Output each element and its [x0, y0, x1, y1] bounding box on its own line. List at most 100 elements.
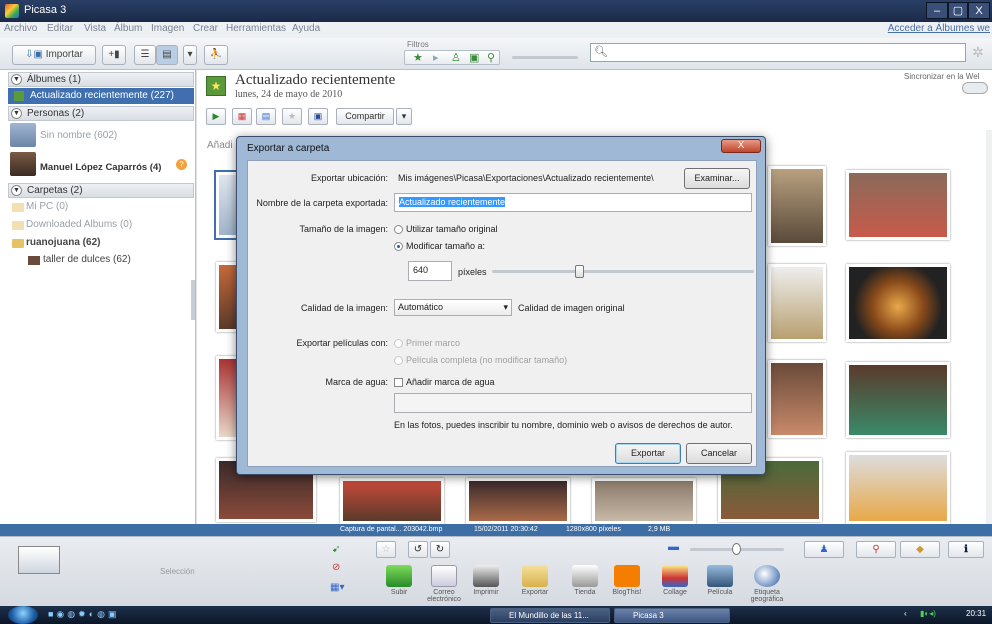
thumbnail-view-button[interactable]: ▤: [156, 45, 178, 65]
video-filter-icon[interactable]: ▸: [433, 51, 439, 64]
photo-thumbnail[interactable]: [466, 478, 570, 524]
thumbnail-size-thumb[interactable]: [732, 543, 741, 555]
sync-toggle[interactable]: [962, 82, 988, 94]
sidebar-item-taller[interactable]: taller de dulces (62): [43, 254, 131, 265]
photo-thumbnail[interactable]: [768, 360, 826, 438]
movies-first-radio[interactable]: [394, 339, 403, 348]
clear-selection-icon[interactable]: ⊘: [332, 562, 340, 573]
size-input[interactable]: 640: [408, 261, 452, 281]
geotag-filter-icon[interactable]: ⚲: [487, 51, 495, 64]
photo-thumbnail[interactable]: [768, 264, 826, 342]
rotate-left-button[interactable]: ↺: [408, 541, 428, 558]
collapse-icon[interactable]: ▼: [11, 108, 22, 119]
close-window-button[interactable]: X: [968, 2, 990, 19]
star-filter-icon[interactable]: ★: [413, 51, 423, 64]
folders-section-header[interactable]: ▼ Carpetas (2): [8, 183, 194, 198]
photo-thumbnail[interactable]: [846, 452, 950, 524]
folder-name-field[interactable]: Actualizado recientemente: [394, 193, 752, 212]
add-to-album-icon[interactable]: ▦▾: [330, 582, 344, 593]
hold-pin-icon[interactable]: ➹: [332, 544, 340, 555]
size-slider-thumb[interactable]: [575, 265, 584, 278]
menu-archivo[interactable]: Archivo: [4, 23, 37, 34]
sidebar-scrollbar[interactable]: [191, 280, 195, 320]
watermark-checkbox[interactable]: [394, 378, 403, 387]
collage-view-button[interactable]: ▦: [232, 108, 252, 125]
import-button[interactable]: ⇩▣ Importar: [12, 45, 96, 65]
watermark-check-label[interactable]: Añadir marca de agua: [406, 377, 495, 387]
sidebar-item-ruanojuana[interactable]: ruanojuana (62): [26, 237, 100, 248]
size-original-radio[interactable]: [394, 225, 403, 234]
sidebar-item-unnamed[interactable]: Sin nombre (602): [40, 130, 117, 141]
collage-icon[interactable]: [662, 565, 688, 587]
upload-icon[interactable]: [386, 565, 412, 587]
collapse-icon[interactable]: ▼: [11, 74, 22, 85]
quality-select[interactable]: Automático ▾: [394, 299, 512, 316]
movie-icon[interactable]: [707, 565, 733, 587]
menu-crear[interactable]: Crear: [193, 23, 218, 34]
rotate-right-button[interactable]: ↻: [430, 541, 450, 558]
share-dropdown-button[interactable]: ▾: [396, 108, 412, 125]
info-panel-button[interactable]: ℹ: [948, 541, 984, 558]
people-panel-button[interactable]: ♟: [804, 541, 844, 558]
slideshow-button[interactable]: ▶: [206, 108, 226, 125]
uploaded-filter-icon[interactable]: ▣: [469, 51, 479, 64]
size-resize-radio[interactable]: [394, 242, 403, 251]
menu-album[interactable]: Álbum: [114, 23, 142, 34]
quick-launch-icons[interactable]: ■◉◍✹◐◍▣: [48, 609, 119, 620]
menu-editar[interactable]: Editar: [47, 23, 73, 34]
menu-ayuda[interactable]: Ayuda: [292, 23, 320, 34]
network-icon[interactable]: ▮◐◂): [920, 609, 936, 618]
save-button[interactable]: ▣: [308, 108, 328, 125]
help-badge-icon[interactable]: ?: [176, 159, 187, 170]
maximize-button[interactable]: ▢: [948, 2, 968, 19]
list-view-button[interactable]: ☰: [134, 45, 156, 65]
dialog-close-button[interactable]: X: [721, 139, 761, 153]
cancel-button[interactable]: Cancelar: [686, 443, 752, 464]
shop-icon[interactable]: [572, 565, 598, 587]
date-filter-slider[interactable]: [512, 56, 578, 59]
start-button[interactable]: [8, 606, 38, 624]
photo-thumbnail[interactable]: [340, 478, 444, 524]
star-album-button[interactable]: ★: [282, 108, 302, 125]
sidebar-item-person[interactable]: Manuel López Caparrós (4): [40, 162, 161, 173]
blogger-icon[interactable]: [614, 565, 640, 587]
photo-thumbnail[interactable]: [768, 166, 826, 246]
photo-thumbnail[interactable]: [592, 478, 696, 524]
taskbar-app-browser[interactable]: El Mundillo de las 11...: [490, 608, 610, 623]
email-icon[interactable]: [431, 565, 457, 587]
size-slider[interactable]: [492, 265, 754, 278]
selection-thumbnail[interactable]: [18, 546, 60, 574]
sidebar-item-recent-album[interactable]: Actualizado recientemente (227): [8, 88, 194, 104]
people-section-header[interactable]: ▼ Personas (2): [8, 106, 194, 121]
photo-thumbnail[interactable]: [846, 170, 950, 240]
menu-vista[interactable]: Vista: [84, 23, 106, 34]
size-resize-label[interactable]: Modificar tamaño a:: [406, 241, 485, 251]
menu-herramientas[interactable]: Herramientas: [226, 23, 286, 34]
share-button[interactable]: Compartir: [336, 108, 394, 125]
movies-full-radio[interactable]: [394, 356, 403, 365]
geotag-icon[interactable]: [754, 565, 780, 587]
taskbar-app-picasa[interactable]: Picasa 3: [614, 608, 730, 623]
sidebar-item-downloaded[interactable]: Downloaded Albums (0): [26, 219, 132, 230]
size-original-label[interactable]: Utilizar tamaño original: [406, 224, 498, 234]
browse-button[interactable]: Examinar...: [684, 168, 750, 189]
tray-chevron-icon[interactable]: ‹: [904, 609, 907, 618]
menu-imagen[interactable]: Imagen: [151, 23, 184, 34]
sidebar-item-mi-pc[interactable]: Mi PC (0): [26, 201, 68, 212]
places-panel-button[interactable]: ⚲: [856, 541, 896, 558]
collapse-icon[interactable]: ▼: [11, 185, 22, 196]
print-icon[interactable]: [473, 565, 499, 587]
export-folder-icon[interactable]: [522, 565, 548, 587]
people-button[interactable]: ⛹: [204, 45, 228, 65]
add-to-album-button[interactable]: +▮: [102, 45, 126, 65]
tags-panel-button[interactable]: ◆: [900, 541, 940, 558]
albums-section-header[interactable]: ▼ Álbumes (1): [8, 72, 194, 87]
minimize-button[interactable]: –: [926, 2, 948, 19]
search-input[interactable]: 🔍︎: [590, 43, 966, 62]
sign-in-link[interactable]: Acceder a Álbumes we: [888, 23, 990, 34]
photo-grid-scrollbar[interactable]: [986, 130, 992, 524]
timeline-button[interactable]: ▤: [256, 108, 276, 125]
star-selected-button[interactable]: ☆: [376, 541, 396, 558]
view-dropdown-button[interactable]: ▾: [183, 45, 197, 65]
export-button[interactable]: Exportar: [615, 443, 681, 464]
